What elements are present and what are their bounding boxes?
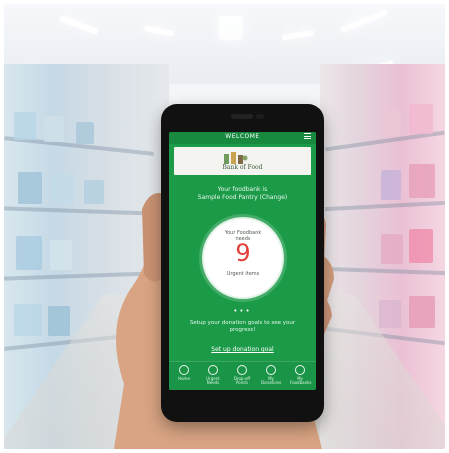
- phone-speaker: [256, 114, 264, 119]
- goal-line-1: Setup your donation goals to see your: [189, 320, 296, 326]
- tab-label: Drop-off Points: [233, 376, 251, 385]
- subtitle-line-2[interactable]: Sample Food Pantry (Change): [169, 194, 316, 202]
- phone-screen: WELCOME Bank of Food Your foodbank is Sa…: [169, 132, 316, 390]
- bottom-tab-bar: Home Urgent Needs Drop-off Points My Don…: [169, 361, 316, 390]
- urgent-needs-circle[interactable]: Your Foodbank needs 9 Urgent items: [204, 219, 282, 297]
- tab-urgent-needs[interactable]: Urgent Needs: [203, 365, 223, 386]
- donation-icon: [266, 365, 276, 375]
- photo: WELCOME Bank of Food Your foodbank is Sa…: [4, 4, 445, 449]
- tab-home[interactable]: Home: [174, 365, 194, 386]
- pager-dots[interactable]: •••: [169, 307, 316, 315]
- subtitle-line-1: Your foodbank is: [217, 186, 268, 193]
- hamburger-menu-icon[interactable]: [304, 133, 311, 139]
- urgent-label: Urgent items: [226, 271, 260, 277]
- foodbank-info: Your foodbank is Sample Food Pantry (Cha…: [169, 186, 316, 202]
- header-title: WELCOME: [225, 133, 260, 140]
- tab-label: Urgent Needs: [206, 376, 220, 385]
- home-icon: [179, 365, 189, 375]
- foodbank-icon: [295, 365, 305, 375]
- app-header: WELCOME: [169, 132, 316, 144]
- tab-my-donations[interactable]: My Donations: [261, 365, 281, 386]
- alert-icon: [208, 365, 218, 375]
- urgent-count: 9: [235, 239, 251, 267]
- tab-label: Home: [178, 376, 190, 381]
- logo-banner: Bank of Food: [174, 147, 311, 175]
- pin-icon: [237, 365, 247, 375]
- goal-line-2: progress!: [229, 327, 256, 333]
- tab-label: My Donations: [261, 376, 282, 385]
- tab-drop-off-points[interactable]: Drop-off Points: [232, 365, 252, 386]
- phone: WELCOME Bank of Food Your foodbank is Sa…: [161, 104, 324, 422]
- phone-camera: [231, 114, 253, 119]
- brand-name: Bank of Food: [222, 164, 263, 171]
- tab-my-foodbanks[interactable]: My Foodbanks: [290, 365, 312, 386]
- setup-goal-link[interactable]: Set up donation goal: [169, 346, 316, 353]
- goal-prompt: Setup your donation goals to see your pr…: [169, 320, 316, 334]
- tab-label: My Foodbanks: [290, 376, 312, 385]
